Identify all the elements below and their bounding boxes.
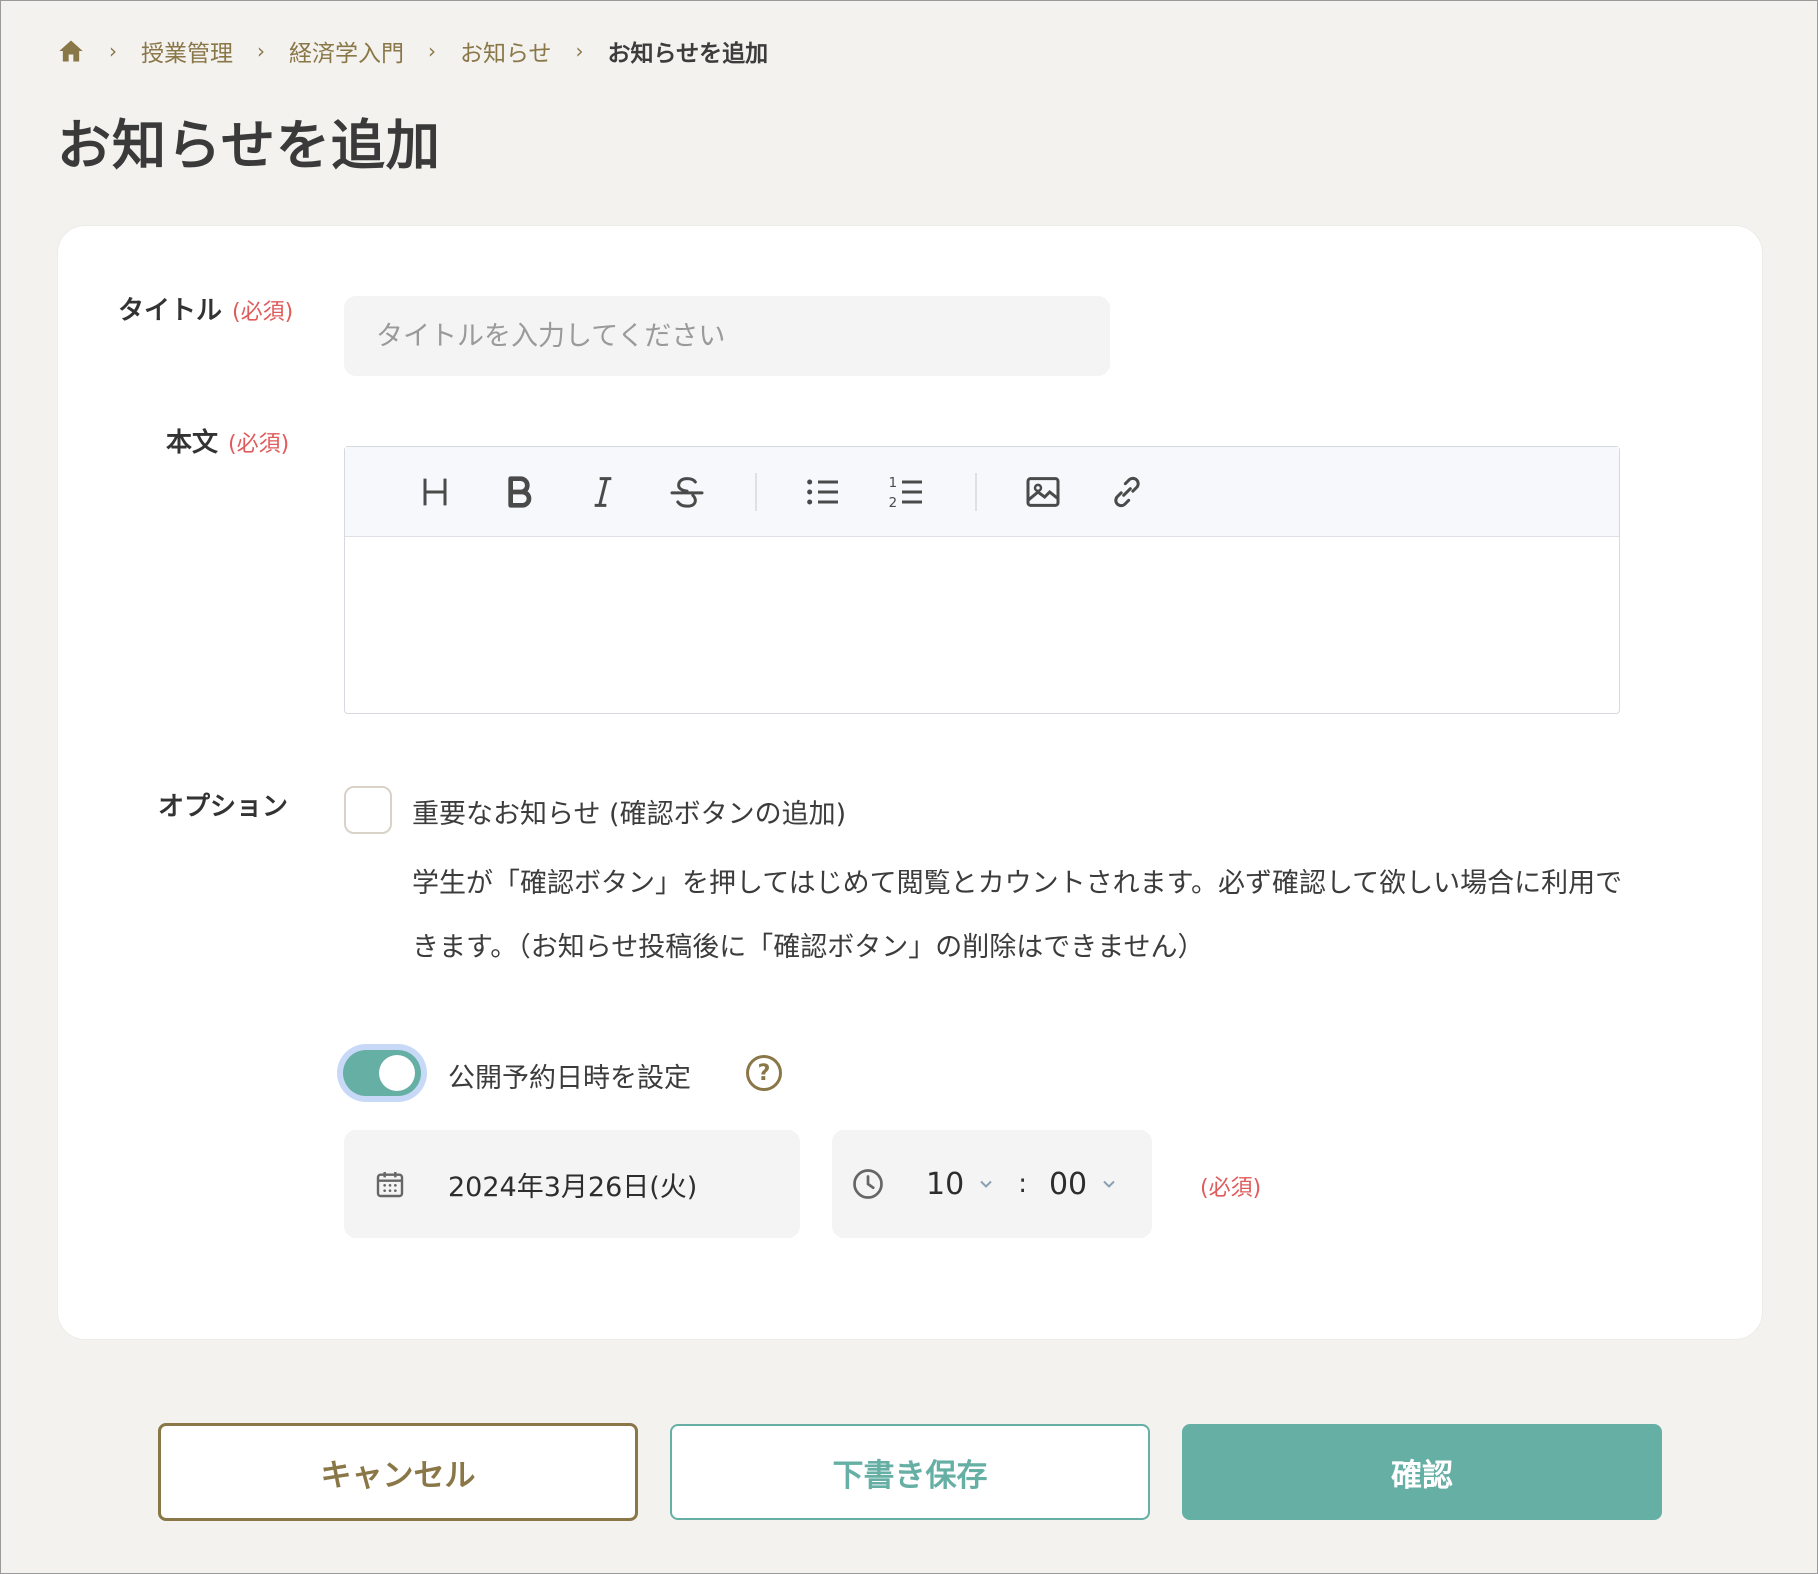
chevron-right-icon: › [257,39,265,63]
date-picker[interactable]: 2024年3月26日(火) [344,1130,800,1238]
editor-toolbar: 12 [345,447,1619,537]
time-picker: 10 : 00 [832,1130,1152,1238]
schedule-required-mark: (必須) [1200,1176,1262,1201]
chevron-right-icon: › [109,39,117,63]
breadcrumb: › 授業管理 › 経済学入門 › お知らせ › お知らせを追加 [57,31,768,71]
toolbar-divider [975,472,977,511]
page-title: お知らせを追加 [57,114,441,177]
required-mark: (必須) [228,432,290,457]
time-separator: : [1018,1169,1027,1199]
schedule-label: 公開予約日時を設定 [448,1063,691,1094]
chevron-down-icon[interactable] [1099,1174,1119,1194]
title-label-text: タイトル [118,296,223,326]
chevron-down-icon[interactable] [976,1174,996,1194]
toggle-knob [379,1055,415,1091]
italic-icon[interactable] [581,470,625,514]
clock-icon [853,1169,883,1199]
minute-select[interactable]: 00 [1049,1167,1087,1202]
numbered-list-icon[interactable]: 12 [885,470,929,514]
date-value: 2024年3月26日(火) [448,1171,698,1203]
save-draft-button[interactable]: 下書き保存 [670,1424,1150,1520]
heading-icon[interactable] [413,470,457,514]
form-card: タイトル(必須) 本文(必須) 12 [57,225,1763,1340]
important-label: 重要なお知らせ (確認ボタンの追加) [412,799,847,830]
image-icon[interactable] [1021,470,1065,514]
cancel-button[interactable]: キャンセル [158,1423,638,1521]
strikethrough-icon[interactable] [665,470,709,514]
bold-icon[interactable] [497,470,541,514]
bullet-list-icon[interactable] [801,470,845,514]
chevron-right-icon: › [575,39,584,63]
home-icon[interactable] [57,37,85,65]
options-label: オプション [158,792,289,822]
important-description: 学生が「確認ボタン」を押してはじめて閲覧とカウントされます。必ず確認して欲しい場… [412,868,1623,963]
rich-text-editor: 12 [344,446,1620,714]
toolbar-divider [755,472,757,511]
important-checkbox[interactable] [344,786,392,834]
breadcrumb-item-course[interactable]: 経済学入門 [289,34,404,68]
schedule-toggle[interactable] [343,1050,421,1096]
title-input[interactable] [344,296,1110,376]
required-mark: (必須) [232,300,294,325]
svg-text:2: 2 [889,496,897,511]
calendar-icon [376,1172,404,1198]
title-label: タイトル (必須) [118,290,293,327]
breadcrumb-item-course-management[interactable]: 授業管理 [141,34,233,68]
link-icon[interactable] [1105,470,1149,514]
body-label-text: 本文 [166,428,219,458]
confirm-button[interactable]: 確認 [1182,1424,1662,1520]
body-label: 本文 (必須) [166,422,289,459]
editor-body[interactable] [345,537,1619,713]
help-icon[interactable]: ? [746,1055,782,1091]
chevron-right-icon: › [428,39,436,63]
schedule-toggle-focus [337,1044,427,1102]
hour-select[interactable]: 10 [926,1167,964,1202]
svg-text:1: 1 [889,476,897,491]
breadcrumb-current: お知らせを追加 [607,41,769,67]
breadcrumb-item-announcements[interactable]: お知らせ [460,34,552,68]
